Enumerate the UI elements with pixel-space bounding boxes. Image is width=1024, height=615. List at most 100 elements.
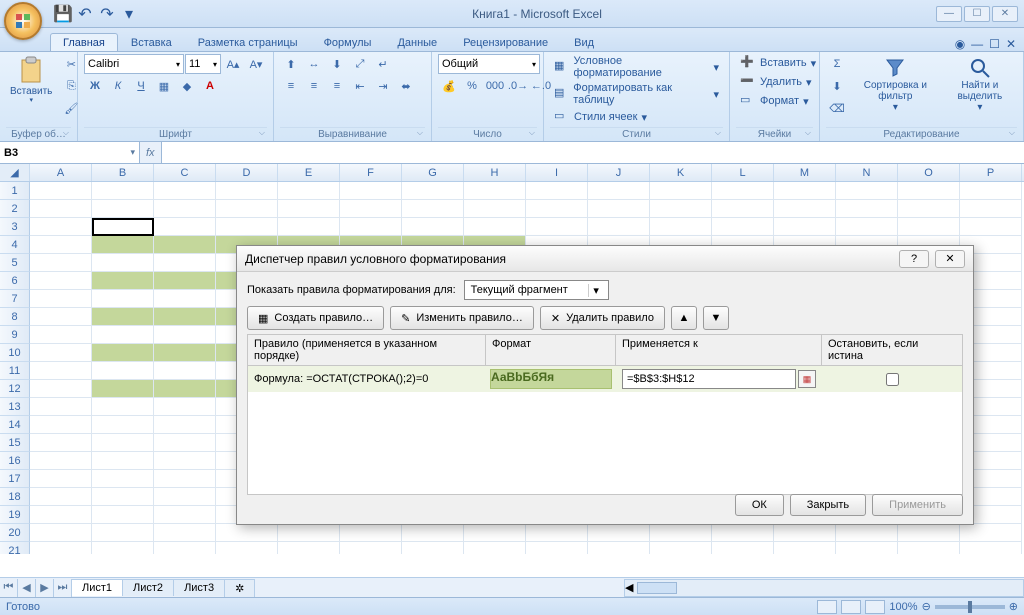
cell[interactable] [464,542,526,554]
rule-row[interactable]: Формула: =ОСТАТ(СТРОКА();2)=0 АаBbБбЯя =… [248,366,962,392]
column-header[interactable]: G [402,164,464,181]
cell[interactable] [92,416,154,434]
delete-cells-button[interactable]: ➖Удалить ▾ [736,73,820,91]
row-header[interactable]: 1 [0,182,30,200]
cell[interactable] [30,362,92,380]
cell[interactable] [464,524,526,542]
minimize-button[interactable]: — [936,6,962,22]
cell[interactable] [340,200,402,218]
formula-bar[interactable] [161,142,1024,163]
cell[interactable] [960,542,1022,554]
orientation-icon[interactable]: ⤢ [349,54,371,74]
cell[interactable] [836,200,898,218]
column-header[interactable]: B [92,164,154,181]
delete-rule-button[interactable]: ✕Удалить правило [540,306,665,330]
cell[interactable] [712,218,774,236]
apply-button[interactable]: Применить [872,494,963,516]
tab-insert[interactable]: Вставка [118,33,185,51]
horizontal-scrollbar[interactable]: ◀ [624,579,1024,597]
cell[interactable] [960,182,1022,200]
cell[interactable] [402,524,464,542]
cell[interactable] [154,344,216,362]
cell[interactable] [154,290,216,308]
cell[interactable] [154,524,216,542]
border-icon[interactable]: ▦ [153,76,175,96]
cell[interactable] [154,182,216,200]
cell[interactable] [154,416,216,434]
move-rule-up-button[interactable]: ▲ [671,306,697,330]
cell[interactable] [30,344,92,362]
cell[interactable] [774,524,836,542]
maximize-button[interactable]: ☐ [964,6,990,22]
cell[interactable] [278,200,340,218]
cell[interactable] [92,182,154,200]
close-dialog-button[interactable]: Закрыть [790,494,866,516]
cell[interactable] [30,416,92,434]
cell[interactable] [340,542,402,554]
tab-view[interactable]: Вид [561,33,607,51]
row-header[interactable]: 13 [0,398,30,416]
cell[interactable] [30,542,92,554]
column-header[interactable]: O [898,164,960,181]
tab-page-layout[interactable]: Разметка страницы [185,33,311,51]
new-rule-button[interactable]: ▦Создать правило… [247,306,384,330]
select-all-corner[interactable]: ◢ [0,164,30,181]
cell[interactable] [92,200,154,218]
cell[interactable] [402,542,464,554]
row-header[interactable]: 11 [0,362,30,380]
cell[interactable] [154,398,216,416]
row-header[interactable]: 9 [0,326,30,344]
tab-data[interactable]: Данные [384,33,450,51]
cell[interactable] [92,218,154,236]
cell[interactable] [154,434,216,452]
sort-filter-button[interactable]: Сортировка и фильтр ▾ [852,54,939,115]
row-header[interactable]: 8 [0,308,30,326]
save-icon[interactable]: 💾 [54,5,72,23]
row-header[interactable]: 3 [0,218,30,236]
bold-icon[interactable]: Ж [84,76,106,96]
cell[interactable] [30,506,92,524]
cell[interactable] [30,524,92,542]
row-header[interactable]: 15 [0,434,30,452]
decrease-font-icon[interactable]: A▾ [245,54,267,74]
row-header[interactable]: 20 [0,524,30,542]
cell[interactable] [278,218,340,236]
cell[interactable] [154,470,216,488]
number-format-combo[interactable]: Общий▾ [438,54,540,74]
cell[interactable] [650,542,712,554]
show-rules-for-select[interactable]: Текущий фрагмент▾ [464,280,609,300]
cell[interactable] [154,542,216,554]
tab-home[interactable]: Главная [50,33,118,51]
cell[interactable] [30,308,92,326]
row-header[interactable]: 5 [0,254,30,272]
cell[interactable] [774,218,836,236]
cell[interactable] [650,218,712,236]
cell[interactable] [464,200,526,218]
office-button[interactable] [4,2,42,40]
cell[interactable] [526,182,588,200]
cell[interactable] [464,218,526,236]
undo-icon[interactable]: ↶ [76,5,94,23]
cell[interactable] [154,218,216,236]
column-header[interactable]: A [30,164,92,181]
cell[interactable] [92,272,154,290]
cell[interactable] [278,542,340,554]
page-layout-view-icon[interactable] [841,600,861,614]
cell[interactable] [30,326,92,344]
column-header[interactable]: L [712,164,774,181]
applies-to-field[interactable]: =$B$3:$H$12 [622,369,796,389]
tab-review[interactable]: Рецензирование [450,33,561,51]
edit-rule-button[interactable]: ✎Изменить правило… [390,306,534,330]
fill-color-icon[interactable]: ◆ [176,76,198,96]
move-rule-down-button[interactable]: ▼ [703,306,729,330]
cell[interactable] [402,200,464,218]
dialog-close-button[interactable]: ✕ [935,250,965,268]
column-header[interactable]: I [526,164,588,181]
cell[interactable] [216,542,278,554]
cell[interactable] [92,434,154,452]
cell[interactable] [712,542,774,554]
sheet-nav-next-icon[interactable]: ▶ [36,579,54,597]
fx-icon[interactable]: fx [146,147,155,159]
cell[interactable] [92,542,154,554]
tab-formulas[interactable]: Формулы [311,33,385,51]
